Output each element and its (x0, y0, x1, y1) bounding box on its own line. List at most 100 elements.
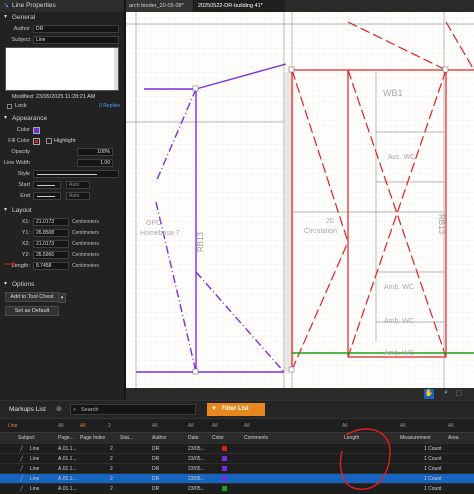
table-row[interactable]: ╱ Line A.01.1... 2 DR 23/05... 1 Count (0, 463, 474, 473)
row-page-index: 2 (110, 476, 113, 482)
general-section-header[interactable]: General (0, 12, 124, 23)
y1-unit: Centimeters (72, 230, 99, 236)
start-line-preview (37, 185, 55, 186)
select-tool-icon[interactable]: ⬚ (455, 389, 462, 397)
search-icon: ⌕ (73, 407, 77, 413)
length-row: ⟶ Length: 8.7458 Centimeters (0, 259, 124, 271)
length-unit: Centimeters (72, 263, 99, 269)
row-color-swatch (222, 446, 227, 451)
options-section-header[interactable]: Options (0, 279, 124, 290)
row-author: DR (152, 486, 160, 492)
table-row[interactable]: ╱ Line A.01.1... 2 DR 23/05... 1 Count (0, 443, 474, 453)
line-width-field[interactable]: 1.00 (77, 159, 113, 167)
end-arrow-dropdown[interactable] (33, 192, 61, 200)
markups-list-panel: Markups List ⊘ ⌕ Search ▼ Filter List Li… (0, 400, 474, 493)
color-swatch[interactable] (33, 126, 40, 134)
table-row[interactable]: ╱ Line A.01.1... 2 DR 23/05... 1 Count (0, 483, 474, 493)
filter-author[interactable]: All (152, 419, 158, 433)
hide-icon[interactable]: ⊘ (56, 405, 62, 413)
fill-color-label: Fill Color (8, 138, 30, 144)
pan-tool-icon[interactable]: ✋ (424, 389, 434, 399)
row-page: A.01.1... (58, 446, 77, 452)
start-arrow-dropdown[interactable] (33, 181, 61, 189)
modified-text: Modified: 23/05/2025 11:28:21 AM (12, 94, 96, 100)
x2-label: X2: (21, 241, 30, 247)
x1-field[interactable]: 21.0173 (33, 218, 69, 226)
style-dropdown[interactable] (33, 170, 119, 178)
lock-label: Lock (15, 103, 27, 109)
drawing-canvas[interactable]: WB1 RB13 RB13 20 Circulation GPC Homebas… (126, 12, 474, 388)
author-row: Author DR (0, 24, 124, 34)
start-size-dropdown[interactable]: Auto (66, 181, 90, 189)
appearance-section-header[interactable]: Appearance (0, 113, 124, 124)
room-label-amb-wc-2: Amb. WC (384, 318, 414, 325)
room-label-homebase: Homebase 7 (140, 230, 180, 237)
y2-row: Y2: 35.5966 Centimeters (0, 250, 124, 260)
search-input[interactable]: ⌕ Search (70, 404, 196, 415)
filter-list-button[interactable]: ▼ Filter List (207, 403, 265, 416)
table-row[interactable]: ╱ Line A.01.1... 2 DR 23/05... 1 Count (0, 453, 474, 463)
row-author: DR (152, 476, 160, 482)
opacity-label: Opacity (11, 149, 30, 155)
fill-color-swatch[interactable] (33, 137, 40, 145)
line-markup-icon: ╱ (20, 466, 24, 472)
search-placeholder: Search (81, 407, 99, 413)
filter-status[interactable]: 2 (108, 419, 111, 433)
filter-date[interactable]: All (188, 419, 194, 433)
highlight-checkbox[interactable] (46, 138, 52, 144)
filter-measurement[interactable]: All (400, 419, 406, 433)
room-label-wb1: WB1 (383, 88, 403, 98)
room-label-amb-wc-1: Amb. WC (384, 284, 414, 291)
floor-plan-svg[interactable] (126, 12, 474, 388)
color-label: Color (16, 127, 30, 133)
line-width-label: Line Width (4, 160, 30, 166)
line-markup-icon: ╱ (20, 446, 24, 452)
filter-subject[interactable]: Line (8, 419, 17, 433)
tab-building-41[interactable]: 20250522-DR-building 41* (195, 0, 285, 12)
column-header-row: Subject Page... Page Index Stat... Autho… (0, 432, 474, 443)
filter-area[interactable]: All (448, 419, 454, 433)
tab-arch-binder[interactable]: arch binder_20-05-08* (126, 0, 194, 12)
row-measurement: 1 Count (424, 456, 442, 462)
markups-table-body: ╱ Line A.01.1... 2 DR 23/05... 1 Count ╱ Line A.0… (0, 443, 474, 493)
table-row[interactable]: ╱ Line A.01.1... 2 DR 23/05... 1 Count (0, 473, 474, 483)
room-label-acc-wc: Acc. WC (388, 154, 416, 161)
end-size-dropdown[interactable]: Auto (66, 192, 90, 200)
filter-page-index[interactable]: All (80, 419, 86, 433)
subject-field[interactable]: Line (33, 36, 119, 44)
comment-textarea[interactable] (5, 47, 119, 91)
filter-page[interactable]: All (58, 419, 64, 433)
replies-link[interactable]: 0 Replies (99, 102, 120, 111)
comment-scrollbar[interactable] (114, 48, 118, 90)
row-page: A.01.1... (58, 486, 77, 492)
subject-label: Subject (11, 37, 30, 43)
line-markup-icon: ╱ (20, 486, 24, 492)
opacity-field[interactable]: 100% (77, 148, 113, 156)
x2-field[interactable]: 21.0173 (33, 240, 69, 248)
lock-checkbox[interactable] (7, 104, 12, 109)
length-field[interactable]: 8.7458 (33, 262, 69, 270)
set-as-default-button[interactable]: Set as Default (5, 306, 59, 316)
y2-field[interactable]: 35.5966 (33, 251, 69, 259)
row-color-swatch (222, 486, 227, 491)
no-fill-icon (35, 139, 38, 143)
start-label: Start (18, 182, 30, 188)
zoom-tool-icon[interactable]: ⌕ (444, 389, 448, 397)
opacity-row: Opacity 100% (0, 147, 124, 157)
row-subject: Line (30, 476, 40, 482)
filter-comments[interactable]: All (244, 419, 250, 433)
x1-row: X1: 21.0173 Centimeters (0, 217, 124, 227)
row-subject: Line (30, 466, 40, 472)
add-to-tool-chest-button[interactable]: Add to Tool Chest ▾ (5, 292, 66, 303)
row-author: DR (152, 446, 160, 452)
chevron-down-icon[interactable]: ▾ (58, 293, 66, 303)
layout-section-header[interactable]: Layout (0, 205, 124, 216)
author-field[interactable]: DR (33, 25, 119, 33)
grid-background (126, 12, 474, 388)
fill-color-row: Fill Color Highlight (0, 136, 124, 146)
x2-row: X2: 21.0173 Centimeters (0, 239, 124, 249)
y1-field[interactable]: 26.8508 (33, 229, 69, 237)
y1-label: Y1: (21, 230, 30, 236)
filter-color[interactable]: All (212, 419, 218, 433)
row-author: DR (152, 456, 160, 462)
